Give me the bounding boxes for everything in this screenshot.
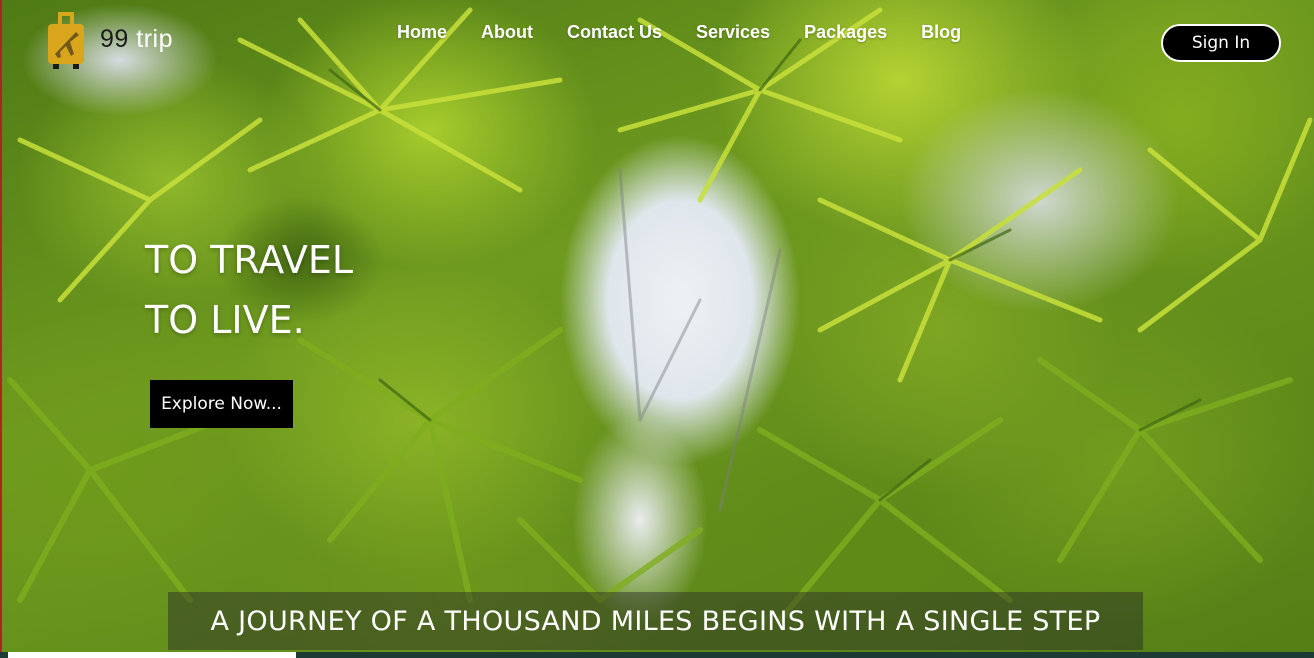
nav-link-about[interactable]: About: [464, 20, 550, 45]
nav-link-contact-us[interactable]: Contact Us: [550, 20, 679, 45]
tagline-text: A JOURNEY OF A THOUSAND MILES BEGINS WIT…: [210, 605, 1101, 637]
bottom-section-edge: [0, 652, 1314, 658]
nav-link-services[interactable]: Services: [679, 20, 787, 45]
tagline-banner: A JOURNEY OF A THOUSAND MILES BEGINS WIT…: [168, 592, 1143, 650]
main-nav-links: Home About Contact Us Services Packages …: [380, 20, 978, 45]
brand-logo[interactable]: 99 trip: [46, 10, 173, 72]
explore-now-button[interactable]: Explore Now...: [150, 380, 293, 428]
brand-name-number: 99: [100, 24, 129, 53]
top-navigation-bar: 99 trip Home About Contact Us Services P…: [0, 0, 1314, 70]
luggage-plane-icon: [46, 10, 86, 72]
brand-name-word: trip: [136, 24, 173, 53]
nav-link-home[interactable]: Home: [380, 20, 464, 45]
hero-headline: TO TRAVEL TO LIVE.: [145, 230, 353, 350]
nav-link-blog[interactable]: Blog: [904, 20, 978, 45]
page-edge-line: [0, 0, 2, 658]
sign-in-button[interactable]: Sign In: [1161, 24, 1281, 62]
hero-headline-line-2: TO LIVE.: [145, 298, 305, 342]
brand-name: 99 trip: [100, 25, 173, 54]
nav-link-packages[interactable]: Packages: [787, 20, 904, 45]
bottom-section-white-block: [8, 652, 296, 658]
hero-headline-line-1: TO TRAVEL: [145, 238, 354, 282]
